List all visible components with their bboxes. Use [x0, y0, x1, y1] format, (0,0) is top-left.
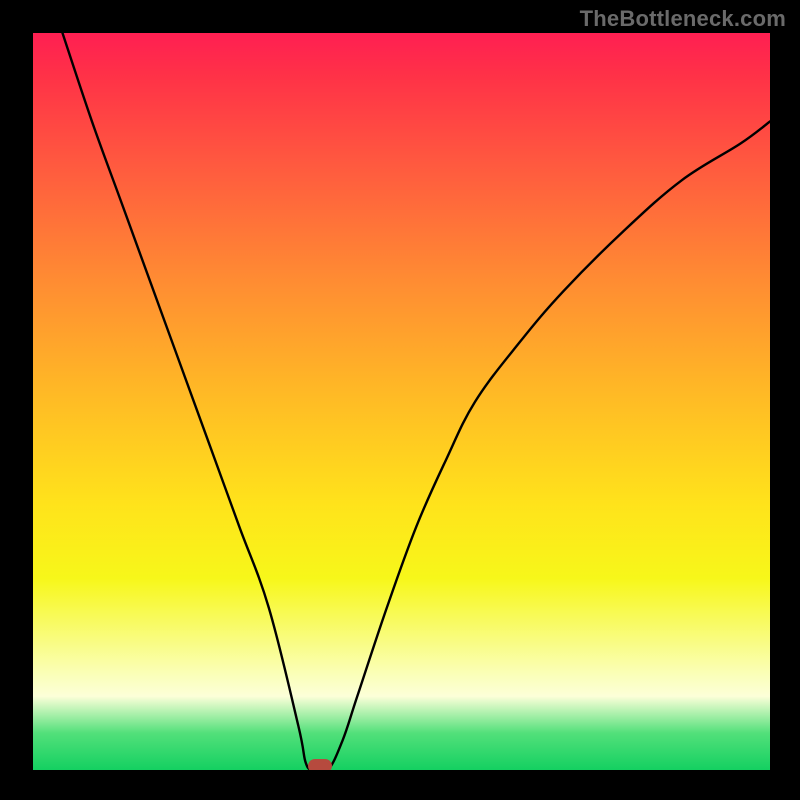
minimum-marker — [308, 759, 332, 770]
plot-area — [33, 33, 770, 770]
chart-frame: TheBottleneck.com — [0, 0, 800, 800]
bottleneck-curve — [33, 33, 770, 770]
watermark-text: TheBottleneck.com — [580, 6, 786, 32]
